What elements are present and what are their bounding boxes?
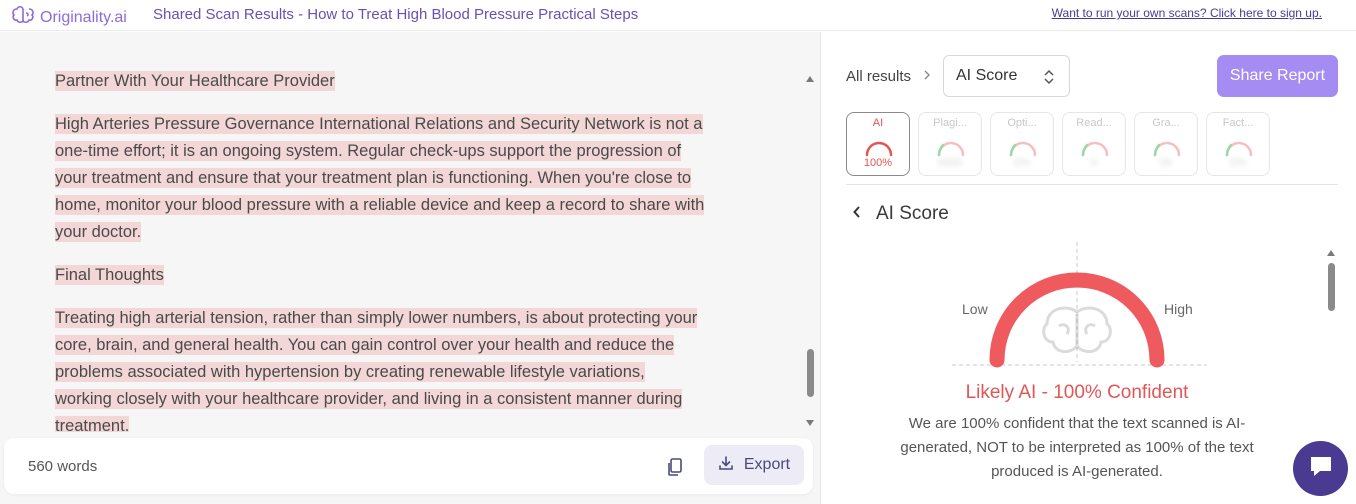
tab-value: 0% xyxy=(1014,157,1030,169)
selected-score: AI Score xyxy=(956,67,1018,84)
tab-value: 00 xyxy=(1159,157,1173,169)
scrollbar-thumb[interactable] xyxy=(807,348,814,397)
tab-score-3[interactable]: Read... 0 xyxy=(1062,112,1126,176)
chevron-left-icon xyxy=(852,205,862,224)
tab-label: AI xyxy=(872,117,884,129)
tab-value: 100% xyxy=(863,157,893,169)
chat-button[interactable] xyxy=(1293,441,1348,496)
tab-ai[interactable]: AI 100% xyxy=(846,112,910,176)
ai-score-gauge xyxy=(947,242,1217,382)
export-button[interactable]: Export xyxy=(704,445,804,485)
score-type-select[interactable]: AI Score xyxy=(943,55,1070,97)
doc-paragraph: Treating high arterial tension, rather t… xyxy=(55,305,705,432)
page-title: Shared Scan Results - How to Treat High … xyxy=(153,6,639,23)
brain-watermark-icon xyxy=(1042,306,1112,353)
highlighted-text: High Arteries Pressure Governance Intern… xyxy=(55,114,705,242)
share-report-button[interactable]: Share Report xyxy=(1217,55,1338,97)
highlighted-text: Partner With Your Healthcare Provider xyxy=(55,71,335,91)
tab-value: 0 xyxy=(1090,157,1098,169)
score-tabs: AI 100% Plagi... 0000 Opti... 0% Read... 0 Gra..… xyxy=(846,112,1270,176)
results-pane: All results AI Score Share Report AI 100%… xyxy=(822,32,1356,504)
scroll-up-icon[interactable] xyxy=(1327,250,1335,256)
document-scrollbar[interactable] xyxy=(806,76,814,426)
logo-text: Originality.ai xyxy=(40,8,127,26)
highlighted-text: Final Thoughts xyxy=(55,265,164,285)
word-count: 560 words xyxy=(28,458,98,475)
scrollbar-thumb[interactable] xyxy=(1328,263,1335,311)
tab-score-4[interactable]: Gra... 00 xyxy=(1134,112,1198,176)
tab-gauge-icon xyxy=(1153,141,1181,157)
verdict-explanation: We are 100% confident that the text scan… xyxy=(900,415,1254,480)
document-scroll-area[interactable]: Partner With Your Healthcare Provider Hi… xyxy=(0,32,821,432)
chevron-right-icon xyxy=(923,68,931,85)
tab-gauge-icon xyxy=(1225,141,1253,157)
tab-gauge-icon xyxy=(1009,141,1037,157)
breadcrumb[interactable]: All results xyxy=(846,68,931,85)
tab-value: 0% xyxy=(1230,157,1246,169)
doc-paragraph: High Arteries Pressure Governance Intern… xyxy=(55,111,705,246)
scroll-down-icon[interactable] xyxy=(806,420,814,426)
section-title: AI Score xyxy=(876,203,949,224)
divider xyxy=(846,184,1338,185)
download-icon xyxy=(718,455,734,476)
tab-label: Plagi... xyxy=(933,117,967,129)
all-results-link[interactable]: All results xyxy=(846,68,911,85)
signup-link[interactable]: Want to run your own scans? Click here t… xyxy=(1052,6,1322,20)
doc-heading: Final Thoughts xyxy=(55,262,705,289)
tab-value: 0000 xyxy=(937,157,963,169)
chat-icon xyxy=(1308,454,1334,483)
back-button[interactable]: AI Score xyxy=(852,203,949,225)
updown-caret-icon xyxy=(1043,68,1055,91)
logo[interactable]: Originality.ai xyxy=(11,5,127,30)
brain-logo-icon xyxy=(11,5,35,30)
scroll-up-icon[interactable] xyxy=(806,76,814,82)
verdict-text: Likely AI - 100% Confident xyxy=(965,382,1189,403)
copy-icon[interactable] xyxy=(664,456,686,478)
document-pane: Partner With Your Healthcare Provider Hi… xyxy=(0,32,821,504)
tab-label: Opti... xyxy=(1007,117,1037,129)
document-footer: 560 words Export xyxy=(4,438,813,494)
tab-label: Read... xyxy=(1076,117,1112,129)
export-label: Export xyxy=(743,456,791,473)
tab-score-2[interactable]: Opti... 0% xyxy=(990,112,1054,176)
tab-label: Fact... xyxy=(1222,117,1254,129)
doc-heading: Partner With Your Healthcare Provider xyxy=(55,68,705,95)
tab-gauge-icon xyxy=(937,141,965,157)
top-bar: Originality.ai Shared Scan Results - How… xyxy=(0,0,1356,31)
tab-gauge-icon xyxy=(1081,141,1109,157)
document-text: Partner With Your Healthcare Provider Hi… xyxy=(55,68,705,432)
tab-score-1[interactable]: Plagi... 0000 xyxy=(918,112,982,176)
tab-gauge-icon xyxy=(865,141,893,157)
tab-label: Gra... xyxy=(1152,117,1180,129)
highlighted-text: Treating high arterial tension, rather t… xyxy=(55,308,698,432)
tab-score-5[interactable]: Fact... 0% xyxy=(1206,112,1270,176)
